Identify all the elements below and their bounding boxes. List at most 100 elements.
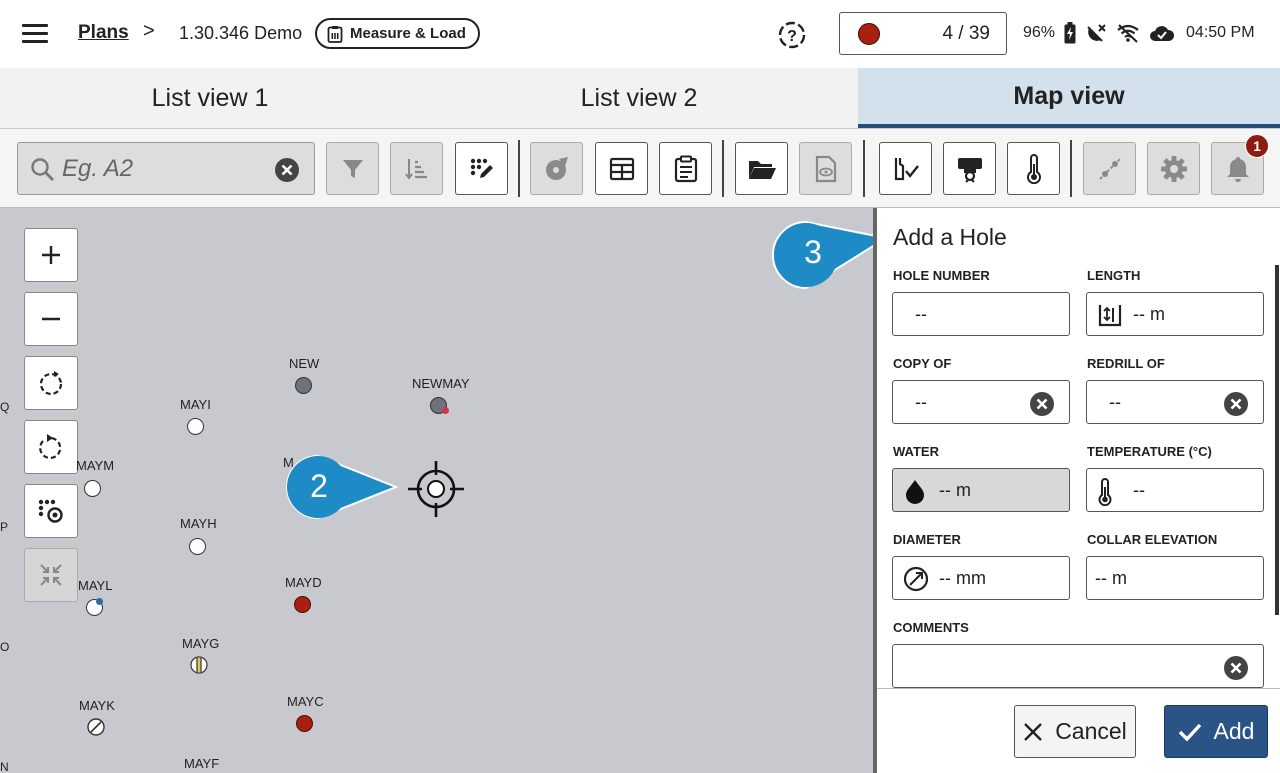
- hole-label: NEW: [289, 356, 320, 371]
- callout-3-number: 3: [804, 234, 822, 270]
- hole-marker-blocked[interactable]: [87, 718, 105, 736]
- mode-badge[interactable]: Measure & Load: [315, 18, 480, 49]
- clear-copy-of-icon[interactable]: [1029, 391, 1055, 417]
- zoom-out-button[interactable]: [24, 292, 78, 346]
- document-view-button[interactable]: [799, 142, 852, 195]
- add-label: Add: [1213, 718, 1255, 744]
- zoom-in-button[interactable]: [24, 228, 78, 282]
- hole-label: MAYG: [182, 636, 220, 651]
- zoom-in-icon: [42, 246, 60, 264]
- charge-check-icon: [894, 157, 919, 180]
- diameter-icon: [903, 566, 929, 592]
- rotate-reset-button[interactable]: [24, 420, 78, 474]
- redrill-of-label: REDRILL OF: [1087, 356, 1165, 371]
- clipboard-icon: [674, 155, 697, 182]
- comments-label: COMMENTS: [893, 620, 969, 635]
- search-input[interactable]: [62, 153, 262, 185]
- breadcrumb-plans-link[interactable]: Plans: [78, 22, 129, 44]
- truck-button[interactable]: [943, 142, 996, 195]
- folder-button[interactable]: [735, 142, 788, 195]
- hole-marker[interactable]: [84, 480, 101, 497]
- pin-line-button[interactable]: [1083, 142, 1136, 195]
- search-box: [17, 142, 315, 195]
- redrill-of-field[interactable]: --: [1086, 380, 1264, 424]
- hole-counter[interactable]: 4 / 39: [839, 12, 1007, 55]
- hamburger-menu-icon[interactable]: [22, 24, 48, 44]
- toolbar-divider: [722, 140, 724, 197]
- bell-icon: [1226, 156, 1249, 182]
- table-icon: [609, 157, 634, 180]
- charge-check-button[interactable]: [879, 142, 932, 195]
- panel-scrollbar[interactable]: [1275, 265, 1279, 615]
- collar-elevation-field[interactable]: -- m: [1086, 556, 1264, 600]
- panel-title: Add a Hole: [893, 224, 1007, 250]
- callout-bubble-icon: [772, 220, 889, 290]
- sort-button[interactable]: [390, 142, 443, 195]
- compass-button[interactable]: [530, 142, 583, 195]
- hole-label: MAYH: [180, 516, 217, 531]
- callout-3: 3: [768, 220, 889, 295]
- water-field: -- m: [892, 468, 1070, 512]
- length-field[interactable]: -- m: [1086, 292, 1264, 336]
- diameter-label: DIAMETER: [893, 532, 961, 547]
- temperature-field[interactable]: --: [1086, 468, 1264, 512]
- tab-map-view[interactable]: Map view: [858, 68, 1280, 128]
- cancel-button[interactable]: Cancel: [1014, 705, 1136, 758]
- filter-button[interactable]: [326, 142, 379, 195]
- table-button[interactable]: [595, 142, 648, 195]
- clear-search-icon[interactable]: [274, 157, 300, 183]
- hole-marker[interactable]: [296, 715, 313, 732]
- hole-marker[interactable]: [187, 418, 204, 435]
- map-edge-label: Q: [0, 400, 10, 414]
- rotate-button[interactable]: [24, 356, 78, 410]
- temperature-label: TEMPERATURE (°C): [1087, 444, 1212, 459]
- water-label: WATER: [893, 444, 939, 459]
- clipboard-button[interactable]: [659, 142, 712, 195]
- hole-marker[interactable]: [294, 596, 311, 613]
- copy-of-value: --: [915, 392, 927, 412]
- hole-label: MAYL: [78, 578, 113, 593]
- hole-number-label: HOLE NUMBER: [893, 268, 990, 283]
- clear-comments-icon[interactable]: [1223, 655, 1249, 681]
- cloud-sync-icon: [1150, 26, 1175, 41]
- toolbar-divider: [518, 140, 520, 197]
- settings-button[interactable]: [1147, 142, 1200, 195]
- hole-marker[interactable]: [189, 538, 206, 555]
- cancel-label: Cancel: [1055, 718, 1127, 744]
- check-icon: [1178, 723, 1201, 741]
- hole-status-dot: [442, 407, 449, 414]
- copy-of-field[interactable]: --: [892, 380, 1070, 424]
- callout-2: 2: [284, 452, 402, 527]
- folder-open-icon: [748, 160, 776, 179]
- comments-field[interactable]: [892, 644, 1264, 688]
- clipboard-load-icon: [327, 25, 343, 43]
- hole-marker-partial[interactable]: [190, 656, 208, 674]
- hole-label: MAYI: [180, 397, 211, 412]
- tab-list-view-2[interactable]: List view 2: [420, 68, 858, 128]
- add-hole-panel: Add a Hole HOLE NUMBER -- LENGTH -- m CO…: [873, 208, 1280, 773]
- toolbar-divider: [1070, 140, 1072, 197]
- temperature-button[interactable]: [1007, 142, 1060, 195]
- temperature-value: --: [1133, 480, 1145, 500]
- length-label: LENGTH: [1087, 268, 1141, 283]
- crosshair-target-icon[interactable]: [407, 460, 465, 518]
- clear-redrill-of-icon[interactable]: [1223, 391, 1249, 417]
- edit-pattern-icon: [470, 158, 493, 178]
- diameter-field[interactable]: -- mm: [892, 556, 1070, 600]
- hole-status-dot: [96, 598, 103, 605]
- tab-list-view-1[interactable]: List view 1: [0, 68, 420, 128]
- edit-pattern-button[interactable]: [455, 142, 508, 195]
- redrill-of-value: --: [1109, 392, 1121, 412]
- view-tabs: List view 1 List view 2 Map view: [0, 68, 1280, 128]
- pattern-target-button[interactable]: [24, 484, 78, 538]
- hole-label: MAYF: [184, 756, 220, 771]
- collapse-button[interactable]: [24, 548, 78, 602]
- add-button[interactable]: Add: [1164, 705, 1268, 758]
- hole-number-field[interactable]: --: [892, 292, 1070, 336]
- help-question-icon[interactable]: ?: [777, 20, 807, 50]
- battery-charging-icon: [1064, 22, 1076, 44]
- thermometer-icon: [1026, 153, 1041, 184]
- hole-marker[interactable]: [295, 377, 312, 394]
- map-canvas[interactable]: Q P O N NEW NEWMAY MAYI M MAYM MAYH MAYD…: [0, 208, 873, 773]
- hole-label: MAYK: [79, 698, 115, 713]
